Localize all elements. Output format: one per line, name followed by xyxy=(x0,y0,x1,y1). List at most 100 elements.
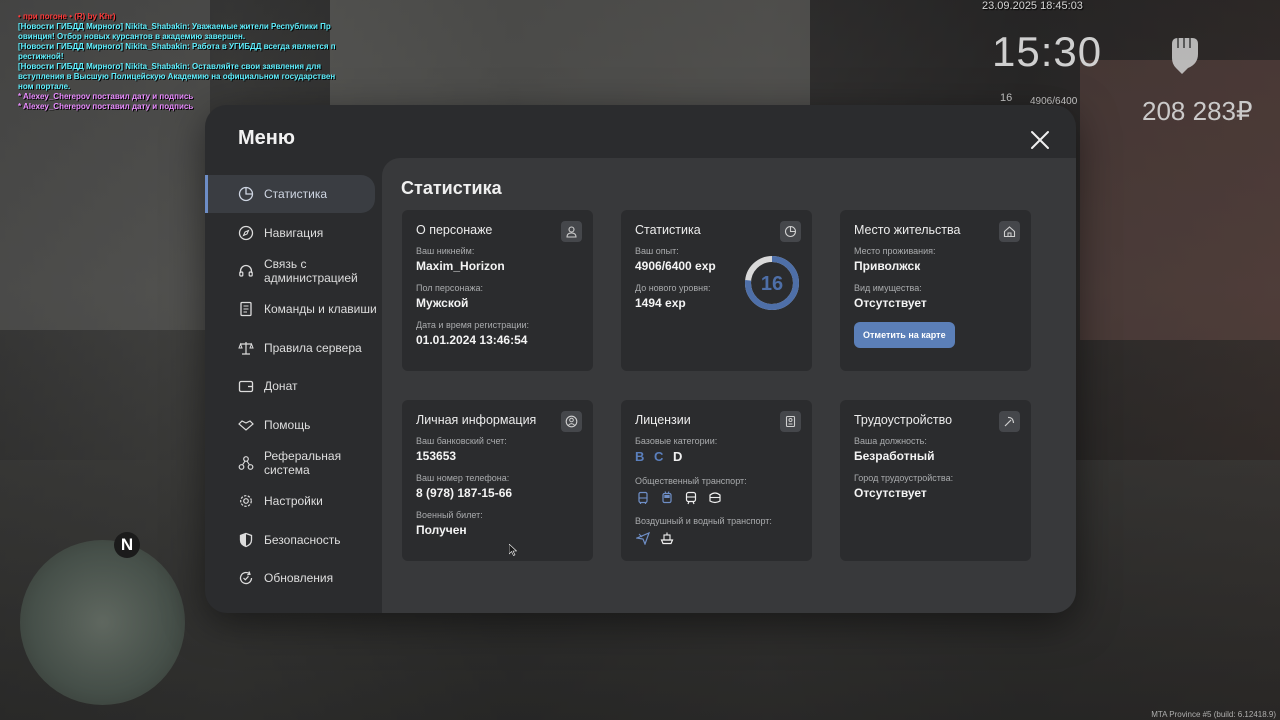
chat-line: • при погоне • (R) by Khr) xyxy=(18,12,116,21)
sidebar-item-label: Безопасность xyxy=(264,532,341,547)
personal-info-card: Личная информация Ваш банковский счет: 1… xyxy=(402,400,593,561)
tram-icon xyxy=(707,490,723,506)
build-info: MTA Province #5 (build: 6.12418.9) xyxy=(1151,710,1276,719)
sidebar-item-referral[interactable]: Реферальная система xyxy=(205,444,381,482)
job-city-value: Отсутствует xyxy=(854,486,927,500)
bank-account-value: 153653 xyxy=(416,449,457,463)
chat-line: рестижной! xyxy=(18,52,64,61)
level-progress-ring: 16 xyxy=(745,256,799,310)
pickaxe-icon xyxy=(999,411,1020,432)
public-transport-label: Общественный транспорт: xyxy=(635,476,747,486)
refresh-icon xyxy=(237,570,254,587)
military-id-value: Получен xyxy=(416,523,467,537)
chat-line: [Новости ГИБДД Мирного] Nikita_Shabakin:… xyxy=(18,42,336,51)
user-circle-icon xyxy=(561,411,582,432)
sidebar-item-settings[interactable]: Настройки xyxy=(205,482,381,520)
gender-value: Мужской xyxy=(416,296,469,310)
id-card-icon xyxy=(780,411,801,432)
minimap[interactable] xyxy=(20,540,185,705)
registration-label: Дата и время регистрации: xyxy=(416,320,529,330)
phone-label: Ваш номер телефона: xyxy=(416,473,510,483)
residence-card: Место жительства Место проживания: Приво… xyxy=(840,210,1031,371)
sidebar-item-updates[interactable]: Обновления xyxy=(205,559,381,597)
character-card: О персонаже Ваш никнейм: Maxim_Horizon П… xyxy=(402,210,593,371)
hud-clock: 15:30 xyxy=(992,28,1103,75)
card-title: Личная информация xyxy=(416,413,537,427)
level-number: 16 xyxy=(761,273,783,295)
chat-line: [Новости ГИБДД Мирного] Nikita_Shabakin:… xyxy=(18,22,331,31)
menu-modal: Меню Статистика Навигация Связь с админи… xyxy=(205,105,1076,613)
sidebar-item-rules[interactable]: Правила сервера xyxy=(205,329,381,367)
chat-line: овинция! Отбор новых курсантов в академи… xyxy=(18,32,246,41)
ship-icon xyxy=(659,530,675,546)
sidebar-item-navigation[interactable]: Навигация xyxy=(205,213,381,251)
license-categories: B C D xyxy=(635,449,798,464)
sidebar-item-label: Донат xyxy=(264,379,298,394)
stats-card: Статистика Ваш опыт: 4906/6400 exp До но… xyxy=(621,210,812,371)
chat-line: ном портале. xyxy=(18,82,71,91)
property-label: Вид имущества: xyxy=(854,283,922,293)
content-panel: Статистика О персонаже Ваш никнейм: Maxi… xyxy=(382,158,1076,613)
residence-place-label: Место проживания: xyxy=(854,246,936,256)
job-city-label: Город трудоустройства: xyxy=(854,473,954,483)
license-category-b: B xyxy=(635,449,648,464)
user-icon xyxy=(561,221,582,242)
train-icon xyxy=(683,490,699,506)
mouse-cursor-icon xyxy=(509,544,517,556)
position-label: Ваша должность: xyxy=(854,436,927,446)
chat-line: вступления в Высшую Полицейскую Академию… xyxy=(18,72,336,81)
employment-card: Трудоустройство Ваша должность: Безработ… xyxy=(840,400,1031,561)
hud-date: 23.09.2025 18:45:03 xyxy=(982,0,1083,12)
document-icon xyxy=(237,301,254,318)
scales-icon xyxy=(237,339,254,356)
fist-weapon-icon xyxy=(1172,38,1198,74)
sidebar-item-label: Команды и клавиши xyxy=(264,302,377,317)
pie-chart-icon xyxy=(780,221,801,242)
property-value: Отсутствует xyxy=(854,296,927,310)
chat-line: * Alexey_Cherepov поставил дату и подпис… xyxy=(18,92,194,101)
chat-log: • при погоне • (R) by Khr) [Новости ГИБД… xyxy=(18,12,338,112)
nickname-value: Maxim_Horizon xyxy=(416,259,505,273)
menu-sidebar: Статистика Навигация Связь с администрац… xyxy=(205,175,381,597)
gear-icon xyxy=(237,493,254,510)
license-category-d: D xyxy=(673,449,686,464)
hud-level: 16 xyxy=(1000,92,1013,104)
sidebar-item-donate[interactable]: Донат xyxy=(205,367,381,405)
card-title: О персонаже xyxy=(416,223,493,237)
sidebar-item-contact-admin[interactable]: Связь с администрацией xyxy=(205,252,381,290)
base-categories-label: Базовые категории: xyxy=(635,436,718,446)
sidebar-item-label: Связь с администрацией xyxy=(264,256,358,285)
minimap-north-indicator: N xyxy=(114,532,140,558)
sidebar-item-statistics[interactable]: Статистика xyxy=(205,175,375,214)
close-icon[interactable] xyxy=(1028,128,1052,152)
network-icon xyxy=(237,454,254,471)
wallet-icon xyxy=(237,378,254,395)
card-title: Трудоустройство xyxy=(854,413,953,427)
position-value: Безработный xyxy=(854,449,935,463)
public-transport-icons xyxy=(635,490,798,506)
gender-label: Пол персонажа: xyxy=(416,283,484,293)
sidebar-item-security[interactable]: Безопасность xyxy=(205,521,381,559)
sidebar-item-label: Навигация xyxy=(264,225,324,240)
menu-title: Меню xyxy=(238,127,295,149)
nickname-label: Ваш никнейм: xyxy=(416,246,475,256)
phone-value: 8 (978) 187-15-66 xyxy=(416,486,513,500)
page-title: Статистика xyxy=(401,178,502,198)
hud-money: 208 283₽ xyxy=(1142,96,1253,126)
headset-icon xyxy=(237,262,254,279)
sidebar-item-label: Реферальная система xyxy=(264,448,342,477)
mark-on-map-button[interactable]: Отметить на карте xyxy=(854,322,955,348)
sidebar-item-label: Статистика xyxy=(264,187,328,202)
background-building-center xyxy=(330,0,810,110)
handshake-icon xyxy=(237,416,254,433)
sidebar-item-commands[interactable]: Команды и клавиши xyxy=(205,290,381,328)
bus-icon xyxy=(635,490,651,506)
compass-icon xyxy=(237,224,254,241)
pie-chart-icon xyxy=(237,186,254,203)
airplane-icon xyxy=(635,530,651,546)
card-title: Статистика xyxy=(635,223,701,237)
air-water-transport-label: Воздушный и водный транспорт: xyxy=(635,516,772,526)
sidebar-item-help[interactable]: Помощь xyxy=(205,405,381,443)
license-category-c: C xyxy=(654,449,667,464)
card-title: Место жительства xyxy=(854,223,961,237)
